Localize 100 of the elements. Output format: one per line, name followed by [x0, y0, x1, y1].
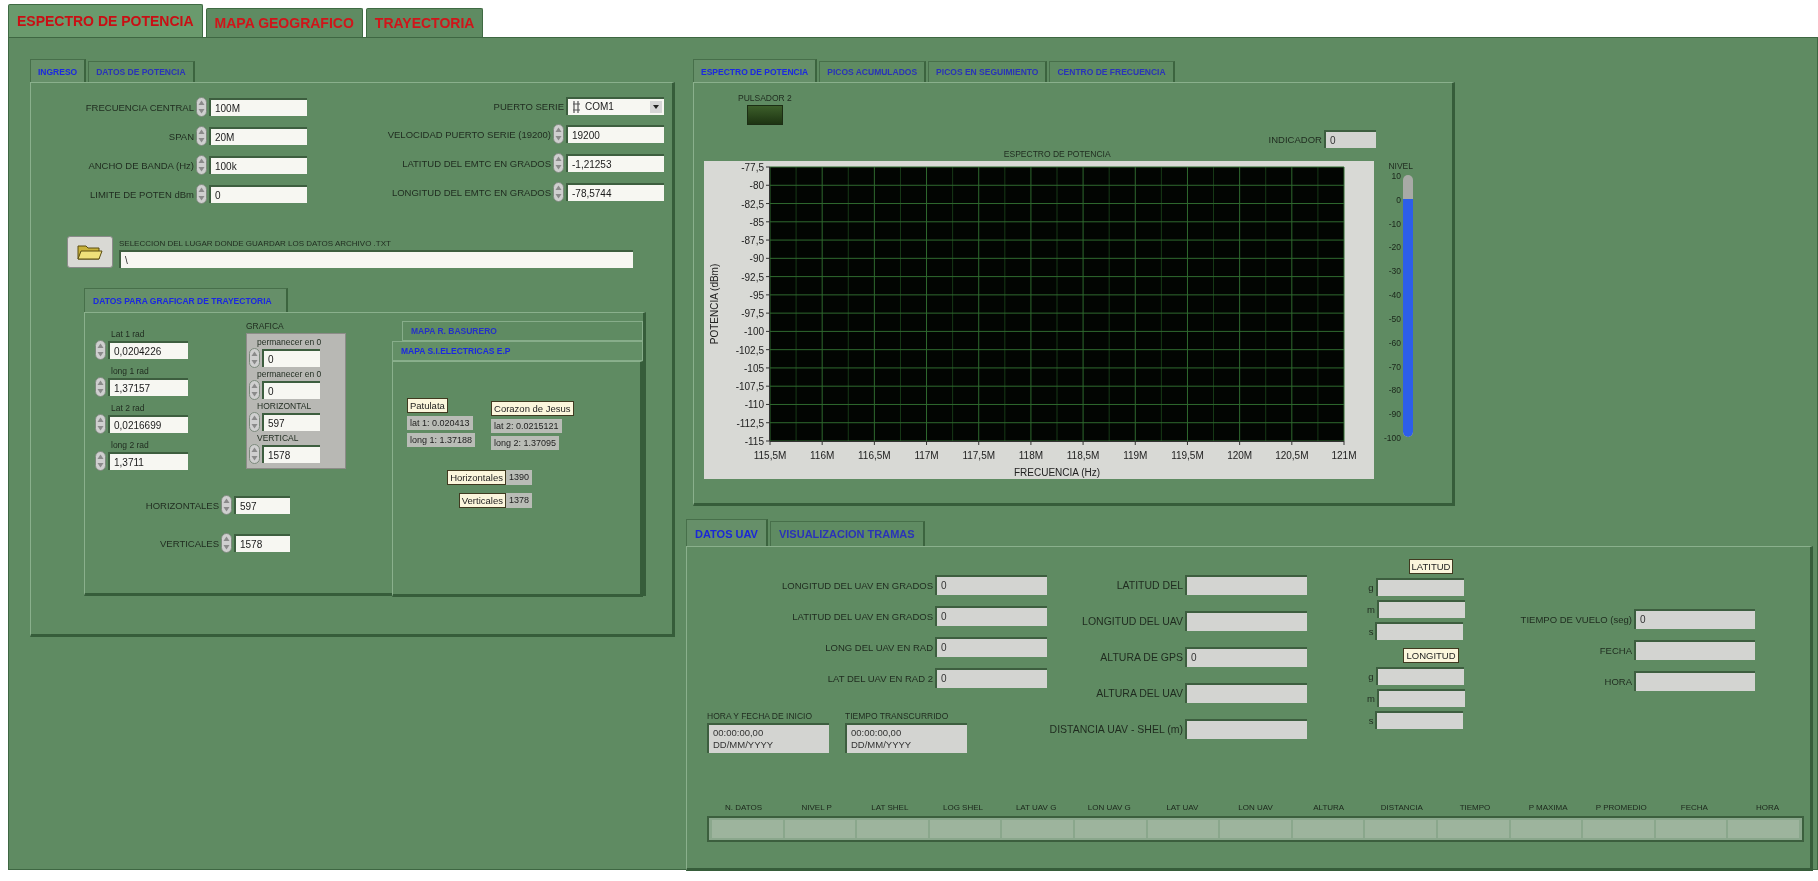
- number-field[interactable]: 0: [262, 349, 320, 367]
- number-field[interactable]: 1578: [234, 534, 290, 552]
- scale-label: -50: [1387, 313, 1401, 324]
- readout-field: 0: [935, 668, 1047, 688]
- tick-label: -102,5: [735, 344, 764, 356]
- field-label: LONGITUD DEL UAV: [1082, 615, 1183, 627]
- column-header: ALTURA: [1312, 803, 1346, 812]
- increment-arrows[interactable]: [95, 340, 106, 360]
- increment-arrows[interactable]: [221, 495, 232, 515]
- tick-label: 116M: [810, 450, 835, 461]
- tick-label: 120M: [1227, 450, 1253, 461]
- tick-label: -115: [744, 436, 764, 447]
- cluster-label: GRAFICA: [246, 321, 285, 331]
- folder-icon: [77, 243, 103, 261]
- scale-label: -30: [1387, 266, 1401, 277]
- column-header: DISTANCIA: [1379, 803, 1424, 812]
- column-header: NIVEL P: [800, 803, 833, 812]
- tick-label: -95: [749, 289, 764, 301]
- browse-button[interactable]: [67, 236, 113, 268]
- tick-label: 121M: [1331, 450, 1357, 461]
- number-field[interactable]: 597: [234, 496, 290, 514]
- number-field[interactable]: 1578: [262, 445, 320, 463]
- field-label: LATITUD DEL UAV EN GRADOS: [792, 610, 933, 622]
- number-field[interactable]: 0: [262, 381, 320, 399]
- column-header: LON UAV: [1237, 803, 1274, 812]
- field-label: SPAN: [168, 130, 194, 142]
- field-label: HORIZONTAL: [257, 401, 313, 411]
- number-field[interactable]: 100M: [209, 98, 307, 116]
- field-label: VERTICALES: [160, 537, 219, 549]
- increment-arrows[interactable]: [249, 380, 260, 400]
- number-field[interactable]: 597: [262, 413, 320, 431]
- increment-arrows[interactable]: [553, 124, 564, 144]
- tick-label: -90: [749, 253, 764, 265]
- field-label: LAT DEL UAV EN RAD 2: [827, 672, 933, 684]
- tick-label: -85: [749, 216, 764, 228]
- column-header: FECHA: [1679, 803, 1709, 812]
- field-label: m: [1367, 603, 1375, 615]
- tick-label: 119,5M: [1171, 450, 1204, 461]
- field-label: LATITUD DEL EMTC EN GRADOS: [402, 157, 551, 169]
- number-field[interactable]: -78,5744: [566, 183, 664, 201]
- tick-label: -105: [744, 362, 764, 374]
- number-field[interactable]: 0,0216699: [108, 415, 188, 433]
- column-header: LAT UAV G: [1014, 803, 1058, 812]
- increment-arrows[interactable]: [95, 414, 106, 434]
- led-button[interactable]: [746, 105, 783, 125]
- count-label: Horizontales: [447, 470, 506, 485]
- scale-label: 10: [1390, 171, 1401, 181]
- number-field[interactable]: 1,37157: [108, 378, 188, 396]
- place-label: Patulata: [406, 398, 448, 413]
- field-label: TIEMPO TRANSCURRIDO: [845, 711, 949, 721]
- increment-arrows[interactable]: [196, 97, 207, 117]
- field-label: permanecer en 0: [257, 369, 323, 379]
- port-dropdown[interactable]: COM1: [566, 97, 664, 115]
- scale-label: 0: [1395, 194, 1401, 205]
- axis-title: FRECUENCIA (Hz): [1013, 467, 1101, 478]
- number-field[interactable]: 19200: [566, 125, 664, 143]
- column-header: LAT UAV: [1165, 803, 1200, 812]
- tick-label: 117M: [914, 450, 939, 461]
- increment-arrows[interactable]: [249, 348, 260, 368]
- column-header: P PROMEDIO: [1594, 803, 1648, 812]
- resource-icon: [572, 100, 582, 114]
- field-label: VELOCIDAD PUERTO SERIE (19200): [387, 128, 551, 140]
- increment-arrows[interactable]: [196, 184, 207, 204]
- readout-field: 0: [1634, 609, 1755, 629]
- tick-label: 119M: [1123, 450, 1148, 461]
- tick-label: 118M: [1018, 450, 1044, 461]
- increment-arrows[interactable]: [553, 182, 564, 202]
- field-label: LATITUD DEL: [1116, 579, 1183, 591]
- readout-field: 00:00:00,00 DD/MM/YYYY: [707, 723, 829, 753]
- increment-arrows[interactable]: [221, 533, 232, 553]
- readout-field: 0: [935, 606, 1047, 626]
- number-field[interactable]: 20M: [209, 127, 307, 145]
- led-label: PULSADOR 2: [738, 93, 792, 103]
- increment-arrows[interactable]: [196, 126, 207, 146]
- increment-arrows[interactable]: [196, 155, 207, 175]
- scale-label: -80: [1387, 385, 1401, 396]
- tick-label: 120,5M: [1275, 450, 1309, 461]
- number-field[interactable]: 0,0204226: [108, 341, 188, 359]
- increment-arrows[interactable]: [95, 451, 106, 471]
- field-label: HORA Y FECHA DE INICIO: [707, 711, 813, 721]
- tick-label: -110: [744, 399, 764, 411]
- number-field[interactable]: 0: [209, 185, 307, 203]
- tick-label: -92,5: [741, 271, 764, 283]
- increment-arrows[interactable]: [553, 153, 564, 173]
- number-field[interactable]: 1,3711: [108, 452, 188, 470]
- coordinate-readout: long 1: 1.37188: [406, 433, 476, 447]
- field-label: long 1 rad: [111, 366, 149, 376]
- increment-arrows[interactable]: [249, 444, 260, 464]
- increment-arrows[interactable]: [249, 412, 260, 432]
- tick-label: -112,5: [736, 417, 764, 429]
- number-field[interactable]: 100k: [209, 156, 307, 174]
- number-field[interactable]: -1,21253: [566, 154, 664, 172]
- meter-label: NIVEL: [1388, 161, 1413, 171]
- field-label: DISTANCIA UAV - SHEL (m): [1049, 723, 1183, 735]
- increment-arrows[interactable]: [95, 377, 106, 397]
- field-label: permanecer en 0: [257, 337, 323, 347]
- field-label: INDICADOR: [1268, 133, 1322, 145]
- tick-label: -100: [744, 326, 764, 338]
- path-field[interactable]: \: [119, 250, 633, 268]
- tick-label: 116,5M: [858, 450, 891, 461]
